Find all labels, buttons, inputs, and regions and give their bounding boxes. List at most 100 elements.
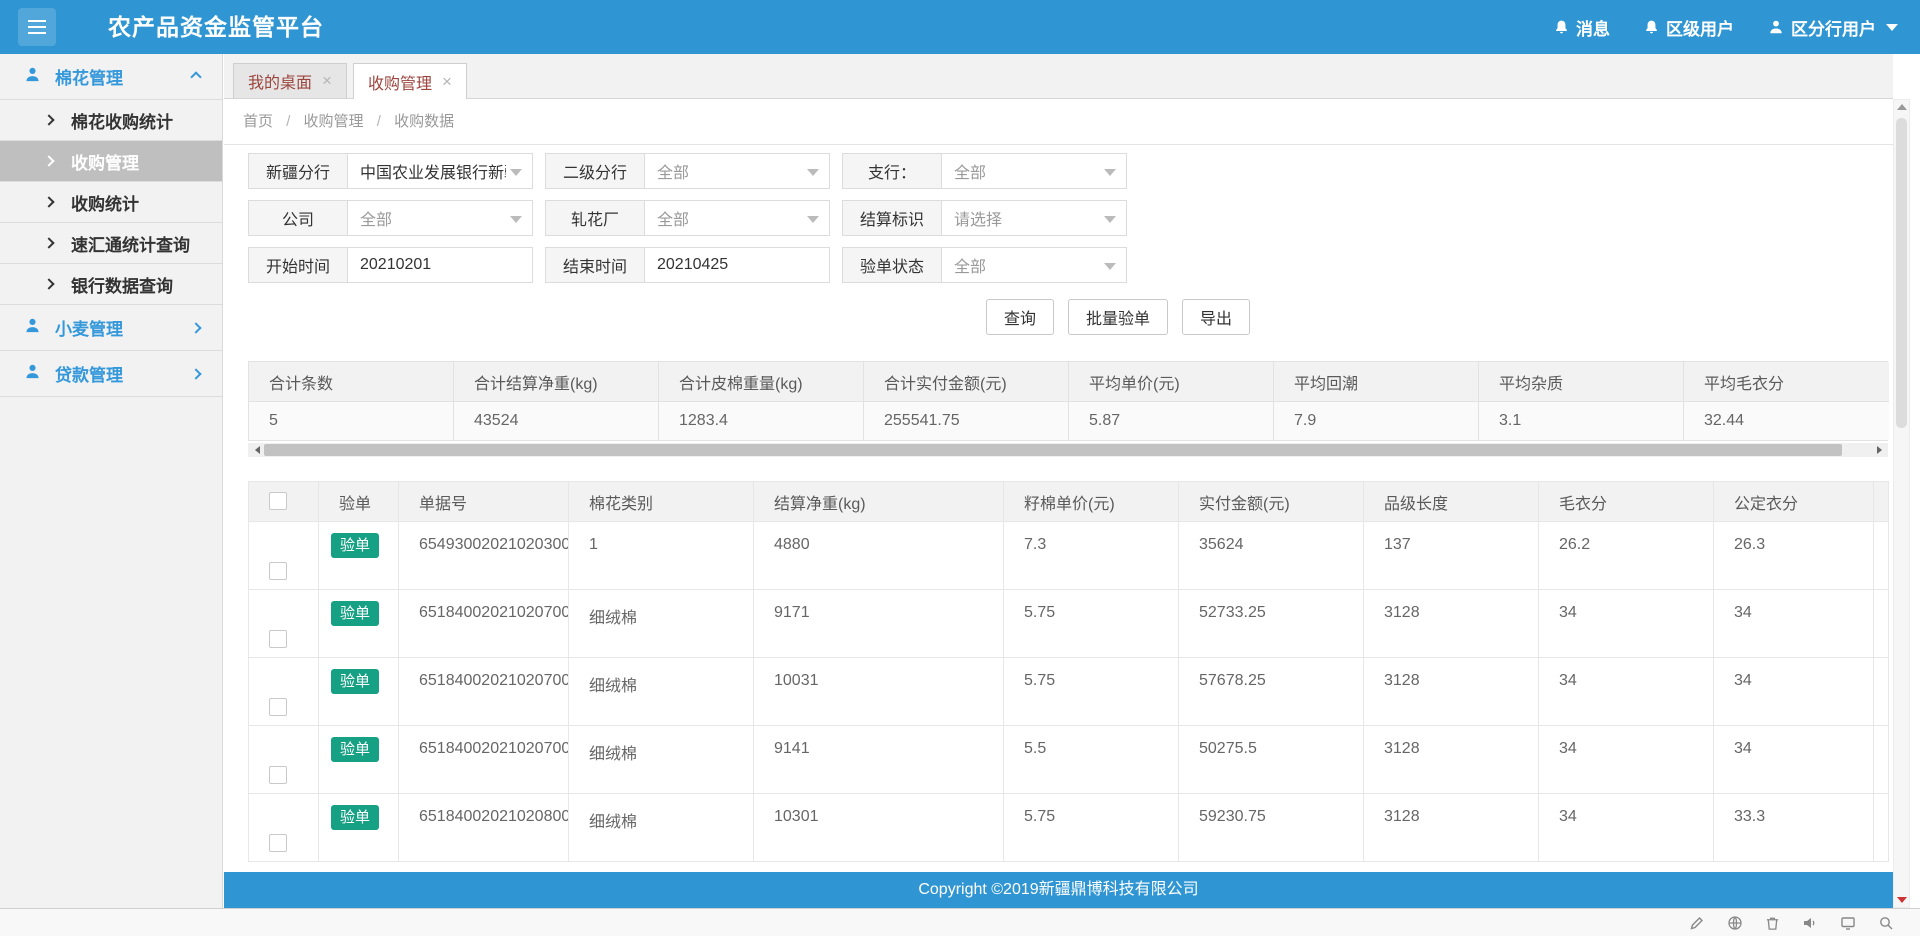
- globe-icon[interactable]: [1727, 915, 1743, 931]
- verify-button[interactable]: 验单: [331, 601, 379, 626]
- scroll-left-icon[interactable]: [250, 443, 264, 457]
- verify-button[interactable]: 验单: [331, 805, 379, 830]
- sidebar-item-label: 收购管理: [71, 149, 139, 174]
- input-value: 20210201: [360, 256, 431, 274]
- sidebar-item-suhuitong-stats-query[interactable]: 速汇通统计查询: [0, 223, 222, 264]
- summary-table: 合计条数 合计结算净重(kg) 合计皮棉重量(kg) 合计实付金额(元) 平均单…: [248, 361, 1888, 441]
- filter-label: 验单状态: [842, 247, 942, 283]
- row-checkbox[interactable]: [269, 698, 287, 716]
- sidebar-item-cotton-purchase-stats[interactable]: 棉花收购统计: [0, 100, 222, 141]
- cell-paid-amount: 50275.5: [1179, 726, 1364, 794]
- row-checkbox[interactable]: [269, 630, 287, 648]
- cell-net-weight: 4880: [754, 522, 1004, 590]
- summary-header-cell: 合计皮棉重量(kg): [659, 362, 864, 402]
- cell-paid-amount: 52733.25: [1179, 590, 1364, 658]
- breadcrumb: 首页 / 收购管理 / 收购数据: [224, 99, 1893, 145]
- close-icon[interactable]: ×: [322, 71, 332, 91]
- user-icon: [24, 363, 41, 385]
- summary-value-cell: 7.9: [1274, 402, 1479, 440]
- cell-grade-length: 3128: [1364, 658, 1539, 726]
- messages-nav-item[interactable]: 消息: [1554, 15, 1610, 40]
- speaker-icon[interactable]: [1802, 915, 1818, 931]
- cell-doc-no: 65184002021020800...: [399, 794, 569, 862]
- tab-purchase-management[interactable]: 收购管理 ×: [353, 63, 467, 99]
- breadcrumb-home[interactable]: 首页: [243, 113, 273, 130]
- row-checkbox[interactable]: [269, 766, 287, 784]
- scroll-up-icon[interactable]: [1897, 104, 1907, 110]
- filter-sub-branch: 支行： 全部: [842, 153, 1127, 189]
- cell-net-weight: 10031: [754, 658, 1004, 726]
- sidebar-item-cotton-management[interactable]: 棉花管理: [0, 54, 222, 100]
- cell-doc-no: 65184002021020700...: [399, 658, 569, 726]
- chevron-right-icon: [43, 278, 54, 289]
- breadcrumb-separator: /: [286, 113, 290, 130]
- export-button[interactable]: 导出: [1182, 299, 1250, 335]
- cell-std-lint-pct: 26.3: [1714, 522, 1874, 590]
- tab-label: 收购管理: [368, 70, 432, 94]
- trash-icon[interactable]: [1765, 915, 1780, 931]
- action-buttons: 查询 批量验单 导出: [986, 299, 1893, 335]
- verify-button[interactable]: 验单: [331, 533, 379, 558]
- table-row: 验单 65184002021020800... 细绒棉 10301 5.75 5…: [249, 794, 1889, 862]
- district-user-label: 区级用户: [1666, 15, 1734, 40]
- start-date-input[interactable]: 20210201: [348, 247, 533, 283]
- magnifier-icon[interactable]: [1878, 915, 1894, 931]
- chevron-right-icon: [190, 322, 201, 333]
- sidebar-item-wheat-management[interactable]: 小麦管理: [0, 305, 222, 351]
- scrollbar-thumb[interactable]: [264, 444, 1842, 456]
- sidebar-item-purchase-stats[interactable]: 收购统计: [0, 182, 222, 223]
- pencil-icon[interactable]: [1689, 915, 1705, 931]
- sidebar-item-label: 棉花收购统计: [71, 108, 173, 133]
- sidebar-item-purchase-management[interactable]: 收购管理: [0, 141, 222, 182]
- column-header: 毛衣分: [1539, 482, 1714, 522]
- second-branch-select[interactable]: 全部: [645, 153, 830, 189]
- main-panel: 我的桌面 × 收购管理 × 首页 / 收购管理 / 收购数据 新疆分行 中国农业…: [224, 54, 1893, 872]
- menu-toggle-button[interactable]: [18, 8, 56, 46]
- sub-branch-select[interactable]: 全部: [942, 153, 1127, 189]
- vertical-scrollbar[interactable]: [1893, 99, 1910, 908]
- cell-paid-amount: 35624: [1179, 522, 1364, 590]
- summary-header-cell: 平均杂质: [1479, 362, 1684, 402]
- xinjiang-branch-select[interactable]: 中国农业发展银行新疆分行: [348, 153, 533, 189]
- monitor-icon[interactable]: [1840, 915, 1856, 931]
- verify-button[interactable]: 验单: [331, 737, 379, 762]
- cell-std-lint-pct: 33.3: [1714, 794, 1874, 862]
- search-button[interactable]: 查询: [986, 299, 1054, 335]
- user-icon: [24, 66, 41, 88]
- verify-status-select[interactable]: 全部: [942, 247, 1127, 283]
- district-user-nav-item[interactable]: 区级用户: [1644, 15, 1734, 40]
- column-header: 结算净重(kg): [754, 482, 1004, 522]
- branch-user-menu[interactable]: 区分行用户: [1768, 15, 1898, 40]
- copyright-text: Copyright ©2019新疆鼎博科技有限公司: [918, 881, 1198, 898]
- summary-header-cell: 平均单价(元): [1069, 362, 1274, 402]
- cell-paid-amount: 57678.25: [1179, 658, 1364, 726]
- scrollbar-thumb[interactable]: [1896, 118, 1907, 428]
- select-value: 全部: [360, 206, 392, 230]
- end-date-input[interactable]: 20210425: [645, 247, 830, 283]
- check-all-checkbox[interactable]: [269, 492, 287, 510]
- verify-button[interactable]: 验单: [331, 669, 379, 694]
- scroll-down-icon[interactable]: [1897, 897, 1907, 903]
- summary-value-cell: 5: [249, 402, 454, 440]
- top-nav: 消息 区级用户 区分行用户: [1554, 0, 1898, 54]
- summary-value-cell: 3.1: [1479, 402, 1684, 440]
- breadcrumb-separator: /: [377, 113, 381, 130]
- cell-cotton-type: 细绒棉: [569, 590, 754, 658]
- close-icon[interactable]: ×: [442, 72, 452, 92]
- row-checkbox[interactable]: [269, 834, 287, 852]
- cell-net-weight: 9141: [754, 726, 1004, 794]
- row-checkbox[interactable]: [269, 562, 287, 580]
- batch-verify-button[interactable]: 批量验单: [1068, 299, 1168, 335]
- scroll-right-icon[interactable]: [1872, 443, 1886, 457]
- sidebar-item-loan-management[interactable]: 贷款管理: [0, 351, 222, 397]
- breadcrumb-purchase-management[interactable]: 收购管理: [304, 113, 364, 130]
- sidebar-item-bank-data-query[interactable]: 银行数据查询: [0, 264, 222, 305]
- cell-doc-no: 65493002021020300...: [399, 522, 569, 590]
- gin-factory-select[interactable]: 全部: [645, 200, 830, 236]
- company-select[interactable]: 全部: [348, 200, 533, 236]
- settle-flag-select[interactable]: 请选择: [942, 200, 1127, 236]
- cell-unit-price: 5.75: [1004, 658, 1179, 726]
- tab-my-desktop[interactable]: 我的桌面 ×: [233, 63, 347, 98]
- horizontal-scrollbar[interactable]: [248, 443, 1888, 457]
- tab-label: 我的桌面: [248, 69, 312, 93]
